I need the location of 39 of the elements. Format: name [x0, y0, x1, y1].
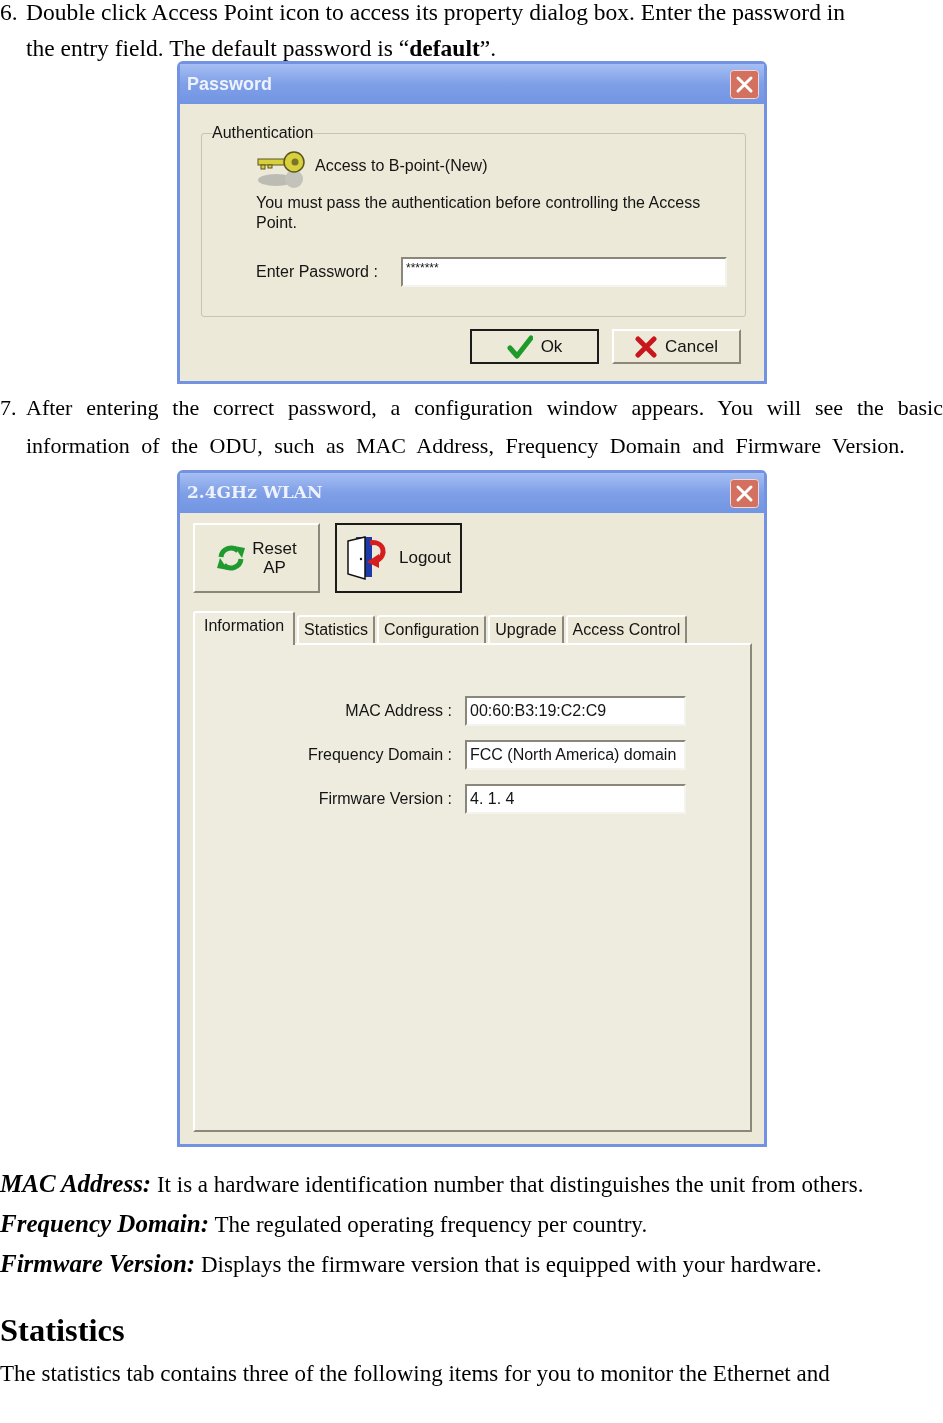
close-button[interactable]: [730, 69, 759, 99]
step-number: 6.: [0, 0, 19, 27]
cancel-button[interactable]: Cancel: [612, 329, 741, 364]
check-icon: [506, 334, 533, 359]
step-text: After entering the correct password, a configuration window appears. You will see the basic information of the ODU, such as MAC Address, Frequency Domain and Firmware Version.: [26, 394, 943, 460]
tab[interactable]: Configuration: [377, 615, 487, 643]
ok-button[interactable]: Ok: [470, 329, 599, 364]
field-label: Firmware Version :: [317, 789, 452, 809]
field-label: Frequency Domain :: [306, 745, 452, 765]
window-title: 2.4GHz WLAN: [187, 481, 323, 505]
reset-button[interactable]: Reset AP: [193, 523, 320, 593]
tab[interactable]: Access Control: [565, 615, 688, 643]
group-label: Authentication: [212, 124, 314, 142]
text-field[interactable]: 00:60:B3:19:C2:C9: [465, 696, 686, 726]
definition-text: Firmware Version: Displays the firmware version that is equipped with your hardware.: [0, 1249, 823, 1279]
password-label: Enter Password :: [256, 262, 379, 282]
section-text: The statistics tab contains three of the following items for you to monitor the Ethernet and: [0, 1361, 831, 1387]
definition-text: Frequency Domain: The regulated operating frequency per country.: [0, 1209, 649, 1239]
refresh-icon: [215, 544, 246, 572]
key-icon: [256, 149, 306, 189]
password-field[interactable]: *******: [401, 257, 727, 287]
tab[interactable]: Statistics: [297, 615, 376, 643]
logout-button[interactable]: Logout: [335, 523, 462, 593]
step-number: 7.: [0, 394, 18, 422]
cross-icon: [635, 335, 658, 358]
text-field[interactable]: FCC (North America) domain: [465, 740, 686, 770]
tab[interactable]: Upgrade: [488, 615, 564, 643]
access-heading: Access to B-point-(New): [315, 156, 488, 176]
definition-text: MAC Address: It is a hardware identification number that distinguishes the unit from others.: [0, 1169, 865, 1199]
step-text: Double click Access Point icon to access its property dialog box. Enter the password in the entry field. The default password is “default”.: [26, 0, 847, 63]
tab[interactable]: Information: [193, 611, 296, 645]
window-title: Password: [187, 72, 273, 96]
text-field[interactable]: 4. 1. 4: [465, 784, 686, 814]
close-icon: [730, 478, 759, 508]
section-heading: Statistics: [0, 1312, 126, 1348]
close-button[interactable]: [730, 478, 759, 508]
authentication-message: You must pass the authentication before controlling the Access Point.: [256, 193, 702, 233]
close-icon: [730, 69, 759, 99]
field-label: MAC Address :: [344, 701, 452, 721]
